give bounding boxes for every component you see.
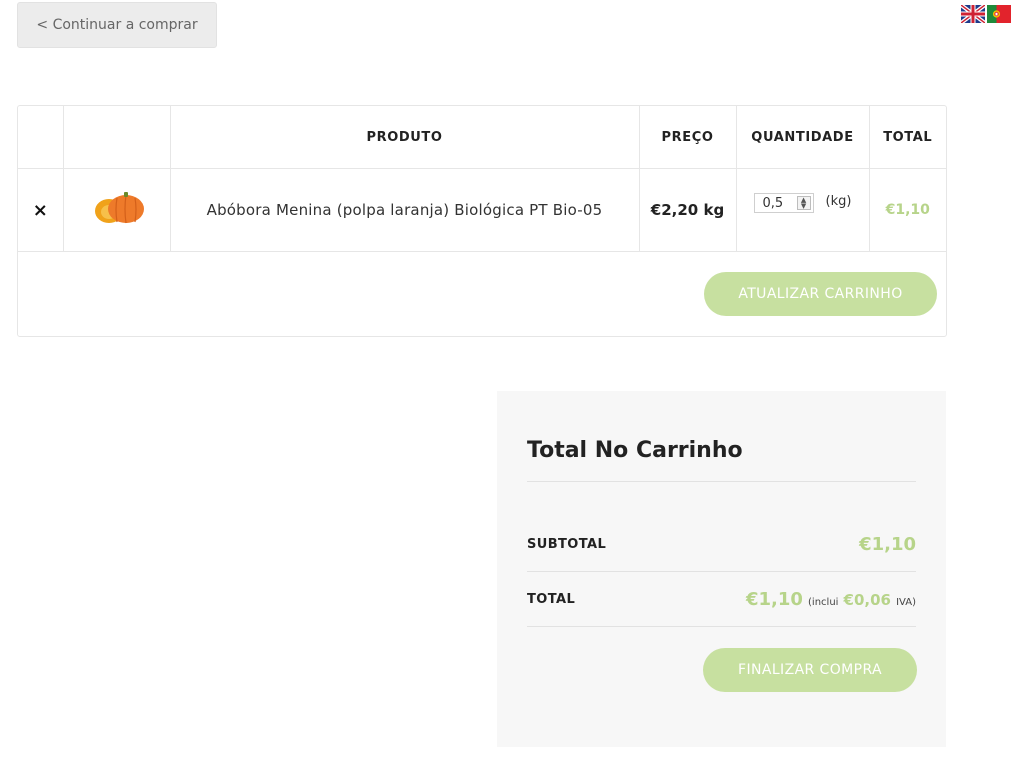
table-row: × Abóbora Menina (polpa laranja) Biológi…	[18, 168, 946, 252]
header-price: PREÇO	[639, 106, 737, 169]
cart-table-container: PRODUTO PREÇO QUANTIDADE TOTAL × Abóbora…	[17, 105, 947, 337]
header-quantity: QUANTIDADE	[736, 106, 870, 169]
line-total-cell: €1,10	[869, 168, 946, 252]
product-name-link[interactable]: Abóbora Menina (polpa laranja) Biológica…	[207, 201, 603, 219]
total-value: €1,10	[746, 588, 803, 610]
remove-cell: ×	[18, 168, 64, 252]
total-value-group: €1,10 (inclui €0,06 IVA)	[746, 589, 916, 610]
cart-header-row: PRODUTO PREÇO QUANTIDADE TOTAL	[18, 106, 946, 169]
tax-suffix: IVA)	[896, 596, 916, 608]
cart-page: < Continuar a comprar PRODUTO PREÇO QUAN…	[0, 0, 1017, 761]
product-cell: Abóbora Menina (polpa laranja) Biológica…	[170, 168, 640, 252]
totals-title: Total No Carrinho	[527, 438, 916, 482]
pumpkin-icon[interactable]	[87, 190, 147, 226]
spinner-arrows-icon[interactable]: ▲ ▼	[796, 196, 811, 210]
header-product: PRODUTO	[170, 106, 640, 169]
subtotal-row: SUBTOTAL €1,10	[527, 517, 916, 572]
update-cart-button[interactable]: ATUALIZAR CARRINHO	[704, 272, 937, 316]
thumbnail-cell	[63, 168, 171, 252]
quantity-control: 0,5 ▲ ▼ (kg)	[737, 193, 869, 213]
quantity-cell: 0,5 ▲ ▼ (kg)	[736, 168, 870, 252]
line-total: €1,10	[885, 202, 930, 218]
header-remove	[18, 106, 64, 169]
subtotal-label: SUBTOTAL	[527, 536, 607, 552]
continue-shopping-button[interactable]: < Continuar a comprar	[17, 2, 217, 48]
header-thumbnail	[63, 106, 171, 169]
remove-item-icon[interactable]: ×	[33, 200, 48, 221]
cart-table: PRODUTO PREÇO QUANTIDADE TOTAL × Abóbora…	[18, 106, 946, 252]
product-price: €2,20 kg	[650, 201, 725, 219]
quantity-value: 0,5	[762, 195, 784, 211]
checkout-button[interactable]: FINALIZAR COMPRA	[703, 648, 917, 692]
portugal-flag-icon[interactable]	[987, 5, 1011, 23]
quantity-stepper[interactable]: 0,5 ▲ ▼	[753, 193, 814, 213]
uk-flag-icon[interactable]	[961, 5, 985, 23]
subtotal-value: €1,10	[859, 533, 916, 555]
quantity-unit: (kg)	[825, 194, 852, 209]
tax-value: €0,06	[843, 590, 891, 609]
total-row: TOTAL €1,10 (inclui €0,06 IVA)	[527, 572, 916, 627]
language-switcher	[961, 5, 1011, 23]
tax-prefix: (inclui	[808, 596, 839, 608]
cart-totals-panel: Total No Carrinho SUBTOTAL €1,10 TOTAL €…	[497, 391, 946, 747]
header-total: TOTAL	[869, 106, 946, 169]
price-cell: €2,20 kg	[639, 168, 737, 252]
total-label: TOTAL	[527, 591, 576, 607]
